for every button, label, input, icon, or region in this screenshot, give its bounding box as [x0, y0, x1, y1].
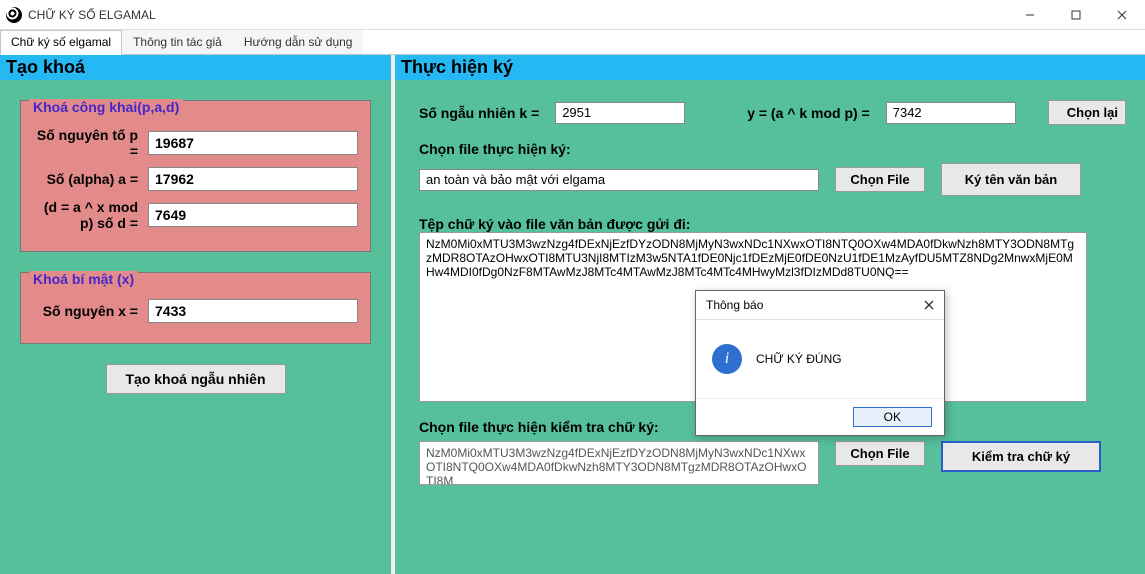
app-icon	[6, 7, 22, 23]
minimize-button[interactable]	[1007, 0, 1053, 30]
info-icon: i	[712, 344, 742, 374]
window-titlebar: CHỮ KÝ SỐ ELGAMAL	[0, 0, 1145, 30]
input-k[interactable]	[555, 102, 685, 124]
choose-file-verify-button[interactable]: Chọn File	[835, 441, 925, 466]
generate-key-button[interactable]: Tạo khoá ngẫu nhiên	[106, 364, 286, 394]
label-y: y = (a ^ k mod p) =	[747, 105, 870, 121]
panel-sign-header: Thực hiện ký	[395, 55, 1145, 80]
tab-author[interactable]: Thông tin tác giả	[122, 30, 233, 54]
group-secret-key: Khoá bí mật (x) Số nguyên x =	[20, 272, 371, 344]
input-x[interactable]	[148, 299, 358, 323]
label-k: Số ngẫu nhiên k =	[419, 105, 539, 121]
label-x: Số nguyên x =	[33, 303, 138, 319]
input-file-verify[interactable]: NzM0Mi0xMTU3M3wzNzg4fDExNjEzfDYzODN8MjMy…	[419, 441, 819, 485]
input-a[interactable]	[148, 167, 358, 191]
app-tabs: Chữ ký số elgamal Thông tin tác giả Hướn…	[0, 30, 1145, 55]
panel-create-key: Tạo khoá Khoá công khai(p,a,d) Số nguyên…	[0, 55, 391, 574]
group-public-key: Khoá công khai(p,a,d) Số nguyên tố p = S…	[20, 100, 371, 252]
label-choose-file-sign: Chọn file thực hiện ký:	[419, 141, 1126, 157]
input-d[interactable]	[148, 203, 358, 227]
input-p[interactable]	[148, 131, 358, 155]
dialog-message: CHỮ KÝ ĐÚNG	[756, 352, 842, 366]
sign-button[interactable]: Ký tên văn bản	[941, 163, 1081, 196]
group-public-key-legend: Khoá công khai(p,a,d)	[29, 99, 183, 115]
choose-file-sign-button[interactable]: Chọn File	[835, 167, 925, 192]
choose-again-button[interactable]: Chọn lại	[1048, 100, 1126, 125]
verify-button[interactable]: Kiểm tra chữ ký	[941, 441, 1101, 472]
window-title: CHỮ KÝ SỐ ELGAMAL	[28, 8, 156, 22]
panel-create-key-header: Tạo khoá	[0, 55, 391, 80]
label-sig-sent: Tệp chữ ký vào file văn bản được gửi đi:	[419, 216, 1126, 232]
message-dialog: Thông báo i CHỮ KÝ ĐÚNG OK	[695, 290, 945, 436]
label-p: Số nguyên tố p =	[33, 127, 138, 159]
label-d: (d = a ^ x mod p) số d =	[33, 199, 138, 231]
dialog-close-icon[interactable]	[924, 297, 934, 313]
input-file-sign[interactable]	[419, 169, 819, 191]
dialog-ok-button[interactable]: OK	[853, 407, 932, 427]
label-a: Số (alpha) a =	[33, 171, 138, 187]
tab-sign[interactable]: Chữ ký số elgamal	[0, 30, 122, 55]
input-y[interactable]	[886, 102, 1016, 124]
tab-help[interactable]: Hướng dẫn sử dụng	[233, 30, 364, 54]
maximize-button[interactable]	[1053, 0, 1099, 30]
group-secret-key-legend: Khoá bí mật (x)	[29, 271, 138, 287]
close-button[interactable]	[1099, 0, 1145, 30]
dialog-title: Thông báo	[706, 298, 763, 312]
